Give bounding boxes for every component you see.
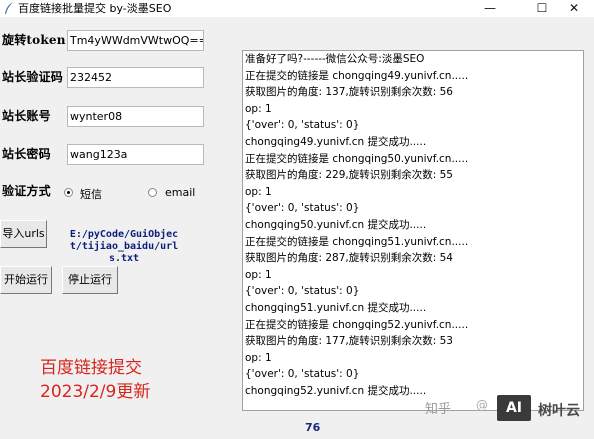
code-label: 站长验证码 (2, 70, 64, 84)
sms-radio-label: 短信 (80, 188, 102, 201)
log-line: 获取图片的角度: 229,旋转识别剩余次数: 55 (245, 169, 453, 182)
minimize-button[interactable]: — (470, 0, 510, 17)
progress-count: 76 (305, 421, 321, 434)
log-line: {'over': 0, 'status': 0} (245, 368, 360, 381)
email-radio-label: email (165, 186, 196, 199)
log-line: 正在提交的链接是 chongqing52.yunivf.cn..... (245, 318, 469, 331)
title-bar: 百度链接批量提交 by-淡墨SEO — ☐ ✕ (0, 0, 594, 17)
code-input[interactable]: 232452 (67, 67, 204, 88)
log-line: {'over': 0, 'status': 0} (245, 285, 360, 298)
verify-label: 验证方式 (2, 184, 51, 198)
start-button[interactable]: 开始运行 (0, 266, 52, 294)
file-path: E:/pyCode/GuiObject/tijiao_baidu/urls.tx… (69, 229, 179, 264)
log-line: chongqing52.yunivf.cn 提交成功..... (245, 384, 427, 397)
log-line: 正在提交的链接是 chongqing51.yunivf.cn..... (245, 235, 469, 248)
at-icon: @ (476, 398, 488, 412)
log-line: 获取图片的角度: 177,旋转识别剩余次数: 53 (245, 335, 453, 348)
email-radio[interactable] (148, 188, 157, 197)
log-line: 正在提交的链接是 chongqing49.yunivf.cn..... (245, 69, 469, 82)
log-line: 准备好了吗?------微信公众号:淡墨SEO (245, 53, 425, 65)
log-line: op: 1 (245, 351, 272, 364)
promo-date: 2023/2/9更新 (40, 382, 151, 402)
window-title: 百度链接批量提交 by-淡墨SEO (18, 2, 172, 15)
log-line: {'over': 0, 'status': 0} (245, 119, 360, 132)
promo-title: 百度链接提交 (40, 358, 142, 378)
brand-watermark: 树叶云 (538, 403, 580, 419)
feather-icon (5, 2, 13, 14)
import-urls-button[interactable]: 导入urls (0, 220, 47, 248)
log-line: op: 1 (245, 102, 272, 115)
log-line: 获取图片的角度: 287,旋转识别剩余次数: 54 (245, 252, 453, 265)
log-line: {'over': 0, 'status': 0} (245, 202, 360, 215)
log-line: op: 1 (245, 185, 272, 198)
password-input[interactable]: wang123a (67, 144, 204, 165)
account-label: 站长账号 (2, 109, 51, 123)
password-label: 站长密码 (2, 147, 51, 161)
log-line: chongqing51.yunivf.cn 提交成功..... (245, 301, 427, 314)
log-line: op: 1 (245, 268, 272, 281)
log-line: 获取图片的角度: 137,旋转识别剩余次数: 56 (245, 86, 453, 99)
zhihu-watermark: 知乎 (425, 402, 452, 417)
log-line: 正在提交的链接是 chongqing50.yunivf.cn..... (245, 152, 469, 165)
token-label: 旋转token (2, 33, 66, 47)
token-input[interactable]: Tm4yWWdmVWtwOQ== (67, 30, 204, 51)
account-input[interactable]: wynter08 (67, 106, 204, 127)
close-button[interactable]: ✕ (554, 0, 594, 17)
log-output[interactable]: 准备好了吗?------微信公众号:淡墨SEO 正在提交的链接是 chongqin… (242, 50, 584, 411)
ai-logo: AI (497, 395, 531, 421)
sms-radio[interactable] (64, 188, 73, 197)
log-line: chongqing49.yunivf.cn 提交成功..... (245, 135, 427, 148)
log-line: chongqing50.yunivf.cn 提交成功..... (245, 218, 427, 231)
stop-button[interactable]: 停止运行 (62, 266, 118, 294)
